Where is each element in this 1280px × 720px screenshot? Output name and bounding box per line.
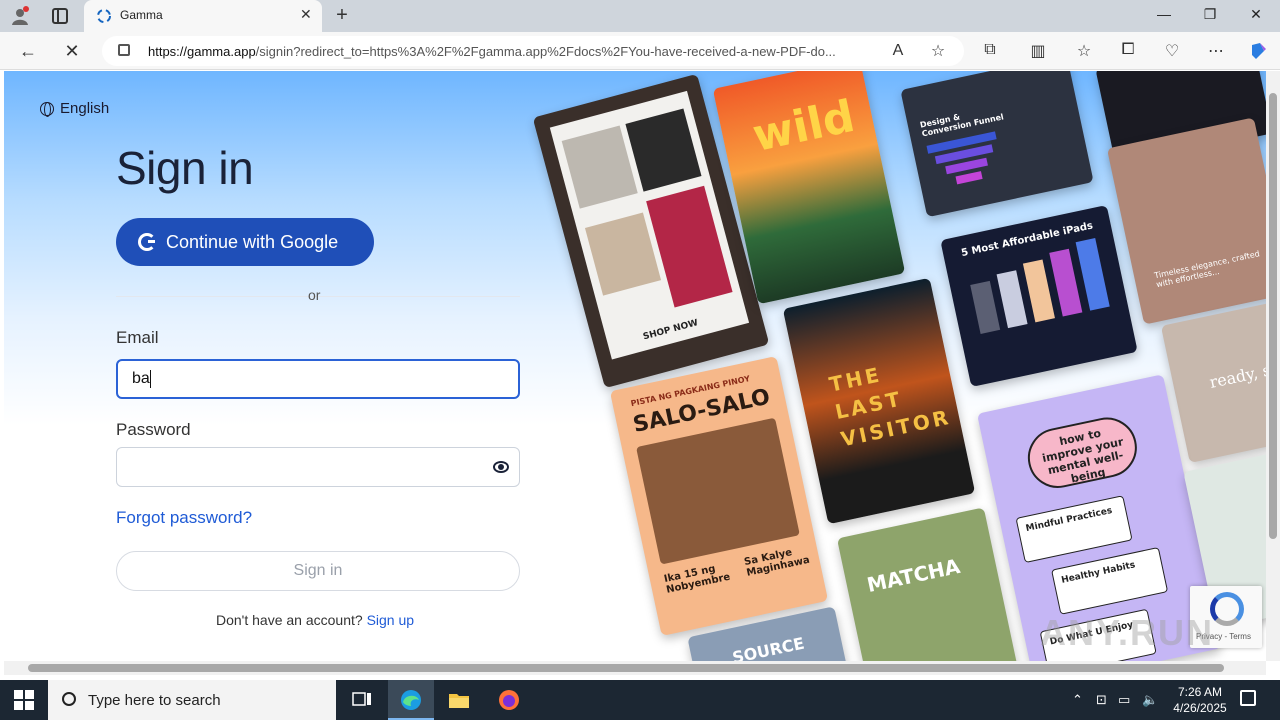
google-icon — [138, 233, 156, 251]
sign-in-button[interactable]: Sign in — [116, 551, 520, 591]
clock-date: 4/26/2025 — [1173, 701, 1227, 715]
tray-device-icon[interactable]: ⊡ — [1096, 692, 1107, 708]
tab-actions-icon[interactable] — [52, 8, 68, 24]
google-button-label: Continue with Google — [166, 231, 339, 252]
email-value: ba — [132, 370, 150, 387]
horizontal-scroll-thumb[interactable] — [28, 664, 1224, 672]
tab-gamma[interactable]: Gamma ✕ — [84, 0, 322, 32]
clock-time: 7:26 AM — [1177, 685, 1223, 699]
browser-tab-bar: Gamma ✕ + — ❐ ✕ — [0, 0, 1280, 32]
split-screen-icon[interactable]: ▥ — [1028, 41, 1048, 61]
loading-favicon-icon — [97, 9, 111, 23]
taskbar-search-input[interactable]: Type here to search — [48, 680, 336, 720]
salo-place: Sa Kalye Maginhawa — [743, 547, 811, 579]
elegance-text: Timeless elegance, crafted with effortle… — [1153, 249, 1261, 290]
card-hands: Timeless elegance, crafted with effortle… — [1106, 117, 1266, 325]
forgot-password-link[interactable]: Forgot password? — [116, 508, 252, 528]
read-aloud-icon[interactable]: A — [888, 42, 908, 60]
close-tab-icon[interactable]: ✕ — [300, 6, 312, 23]
card-ipads: 5 Most Affordable iPads — [940, 204, 1138, 388]
browser-essentials-icon[interactable]: ♡ — [1162, 41, 1182, 61]
back-icon[interactable]: ← — [18, 41, 38, 62]
separator-text: or — [308, 287, 321, 303]
edge-icon — [401, 690, 421, 710]
card-funnel: Design & Conversion Funnel — [900, 71, 1094, 218]
no-account-text: Don't have an account? — [216, 612, 363, 628]
new-tab-icon[interactable]: + — [332, 4, 352, 27]
task-view-icon[interactable] — [350, 688, 374, 712]
firefox-icon[interactable] — [497, 688, 521, 712]
password-field[interactable] — [116, 447, 520, 487]
funnel-title: Design & Conversion Funnel — [919, 112, 1005, 139]
lock-icon[interactable] — [118, 44, 130, 56]
password-label: Password — [116, 420, 191, 439]
taskbar-search-placeholder: Type here to search — [88, 692, 221, 709]
source-title: SOURCE — [730, 633, 807, 661]
show-password-eye-icon[interactable] — [493, 461, 509, 473]
language-label: English — [60, 100, 110, 117]
extensions-icon[interactable]: ⧉ — [980, 41, 1000, 59]
close-window-icon[interactable]: ✕ — [1246, 6, 1266, 23]
signup-row: Don't have an account? Sign up — [216, 612, 414, 628]
ipads-title: 5 Most Affordable iPads — [960, 220, 1094, 260]
tray-overflow-icon[interactable]: ⌃ — [1072, 692, 1083, 708]
sign-up-link[interactable]: Sign up — [367, 612, 414, 628]
globe-icon — [40, 101, 54, 117]
more-menu-icon[interactable]: ⋯ — [1206, 41, 1226, 61]
notifications-icon[interactable] — [1240, 690, 1256, 706]
network-icon[interactable]: ▭ — [1118, 692, 1130, 708]
card-matcha: MATCHA — [836, 507, 1022, 661]
clock[interactable]: 7:26 AM 4/26/2025 — [1168, 684, 1232, 716]
windows-start-icon[interactable] — [14, 690, 34, 710]
card-last-visitor: THE LAST VISITOR — [782, 277, 976, 525]
salo-date: Ika 15 ng Nobyembre — [663, 563, 732, 596]
wild-title: wild — [748, 90, 860, 162]
continue-with-google-button[interactable]: Continue with Google — [116, 218, 374, 266]
vertical-scroll-thumb[interactable] — [1269, 93, 1277, 539]
taskbar-edge-active[interactable] — [388, 680, 434, 720]
ready-set-text: ready, set — [1207, 357, 1266, 392]
watermark: ANY.RUN — [1040, 612, 1215, 653]
url-host: https://gamma.app — [148, 44, 256, 59]
email-label: Email — [116, 328, 159, 347]
favorites-icon[interactable]: ☆ — [1074, 41, 1094, 61]
profile-icon[interactable] — [10, 6, 30, 26]
recaptcha-icon — [1210, 592, 1244, 626]
page-content: SHOP NOW wild Design & Conversion Funnel… — [4, 71, 1266, 661]
language-selector[interactable]: English — [40, 100, 109, 117]
horizontal-scrollbar[interactable] — [4, 661, 1266, 675]
template-collage: SHOP NOW wild Design & Conversion Funnel… — [532, 71, 1266, 661]
address-bar-row: ← ✕ https://gamma.app/signin?redirect_to… — [0, 32, 1280, 70]
matcha-title: MATCHA — [864, 553, 963, 598]
last-visitor-title: THE LAST VISITOR — [827, 362, 954, 452]
favorite-star-icon[interactable]: ☆ — [928, 41, 948, 61]
volume-icon[interactable]: 🔈 — [1142, 692, 1158, 708]
stop-loading-icon[interactable]: ✕ — [62, 41, 82, 62]
tab-title: Gamma — [120, 8, 163, 22]
url-field[interactable]: https://gamma.app/signin?redirect_to=htt… — [102, 36, 964, 66]
text-caret — [149, 369, 151, 388]
windows-taskbar: Type here to search ⌃ ⊡ ▭ 🔈 7:26 AM 4/26… — [0, 680, 1280, 720]
restore-icon[interactable]: ❐ — [1200, 6, 1220, 23]
file-explorer-icon[interactable] — [447, 688, 471, 712]
url-path: /signin?redirect_to=https%3A%2F%2Fgamma.… — [255, 44, 836, 59]
vertical-scrollbar[interactable] — [1266, 71, 1280, 661]
search-icon — [62, 692, 76, 706]
email-field[interactable]: ba — [116, 359, 520, 399]
collections-icon[interactable]: ⧠ — [1118, 41, 1138, 59]
card-salo-salo: PISTA NG PAGKAING PINOY SALO-SALO Ika 15… — [609, 356, 829, 636]
minimize-icon[interactable]: — — [1154, 6, 1174, 22]
copilot-icon[interactable] — [1248, 41, 1268, 66]
page-title: Sign in — [116, 142, 254, 194]
